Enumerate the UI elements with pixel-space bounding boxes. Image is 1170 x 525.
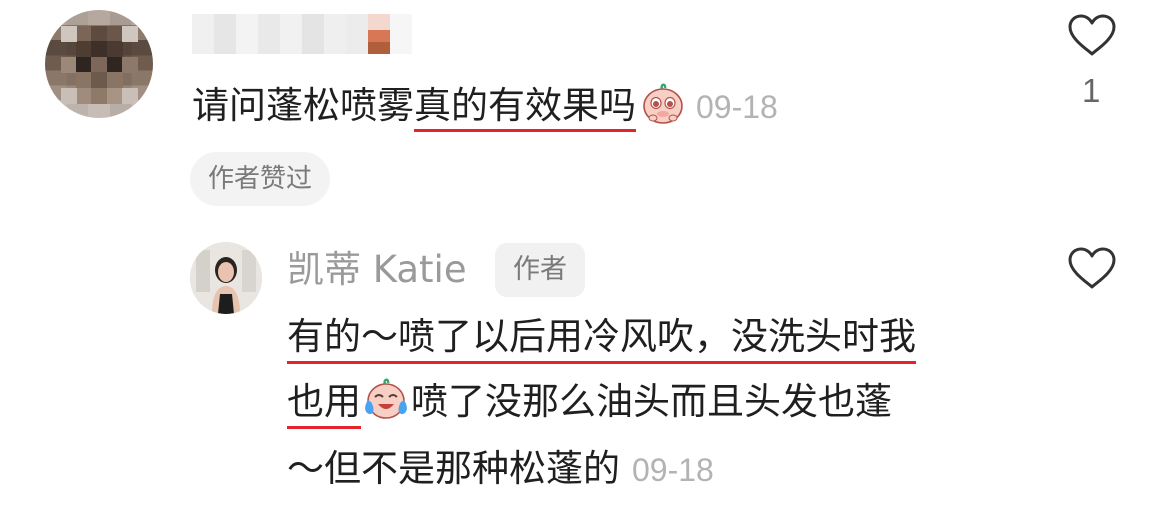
comment-text-underlined: 真的有效果吗 [414, 84, 636, 132]
reply-username[interactable]: 凯蒂 Katie [287, 245, 467, 295]
reply-text-underlined-1: 有的～喷了以后用冷风吹，没洗头时我 [287, 315, 916, 364]
comment-text-plain: 请问蓬松喷雾 [192, 84, 414, 127]
reply-text-line-3: ～但不是那种松蓬的 09-18 [287, 444, 714, 495]
laughing-tears-emoji-icon [365, 378, 407, 419]
reply-text-line-2: 也用 喷了没那么油头而且头发也蓬 [287, 376, 892, 429]
author-liked-chip: 作者赞过 [190, 152, 331, 206]
comment-timestamp: 09-18 [696, 89, 778, 125]
crying-face-emoji-icon [643, 83, 683, 124]
reply-avatar[interactable] [190, 242, 262, 314]
reply-like-heart-icon[interactable] [1067, 246, 1117, 290]
comment-text: 请问蓬松喷雾真的有效果吗 09-18 [192, 80, 778, 132]
reply-timestamp: 09-18 [632, 452, 714, 488]
like-count: 1 [1082, 72, 1101, 109]
reply-text-plain-2: 喷了没那么油头而且头发也蓬 [411, 380, 892, 423]
reply-text-plain-3: ～但不是那种松蓬的 [287, 447, 620, 490]
like-heart-icon[interactable] [1067, 13, 1117, 57]
reply-text-underlined-2: 也用 [287, 380, 361, 429]
author-tag: 作者 [495, 243, 585, 297]
commenter-username[interactable] [192, 14, 412, 54]
commenter-avatar[interactable] [45, 10, 153, 118]
reply-text-line-1: 有的～喷了以后用冷风吹，没洗头时我 [287, 312, 916, 364]
reply-avatar-image [190, 242, 262, 314]
